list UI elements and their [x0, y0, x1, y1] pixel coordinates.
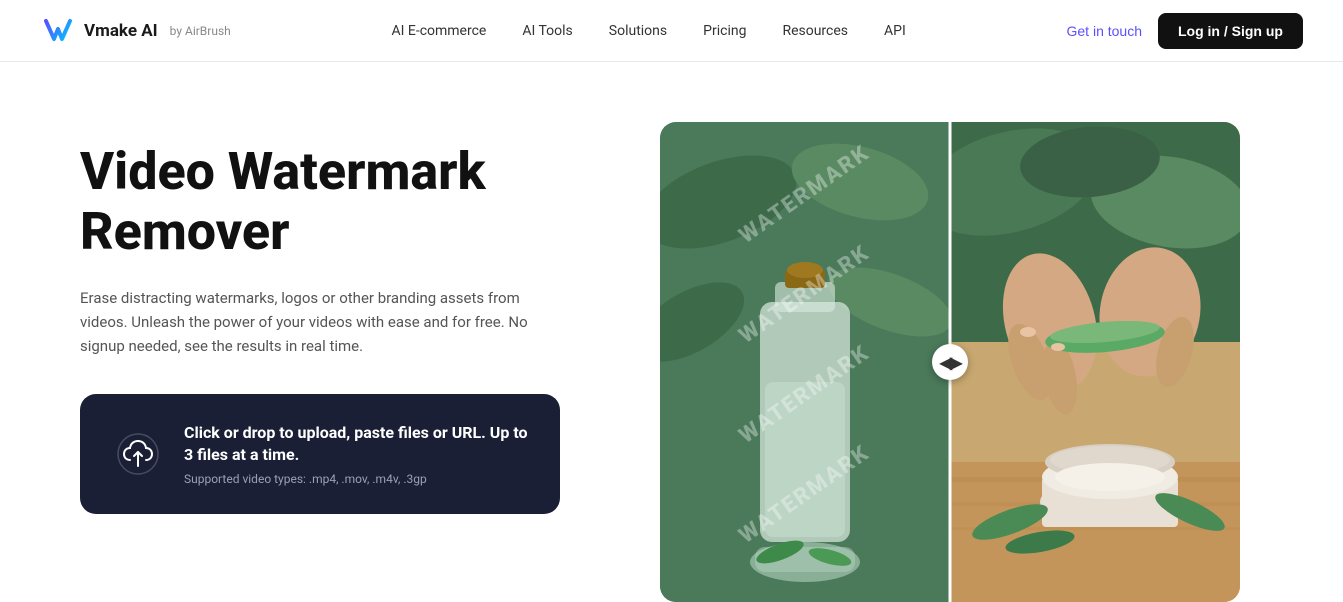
nav-resources[interactable]: Resources — [782, 23, 848, 39]
hero-section: Video Watermark Remover Erase distractin… — [0, 62, 1343, 602]
after-panel — [950, 122, 1240, 602]
nav-actions: Get in touch Log in / Sign up — [1067, 13, 1303, 49]
hero-left: Video Watermark Remover Erase distractin… — [80, 122, 600, 514]
nav-pricing[interactable]: Pricing — [703, 23, 746, 39]
handle-arrows-icon: ◀▶ — [940, 353, 961, 372]
logo-area: Vmake AI by AirBrush — [40, 13, 231, 49]
before-panel: WATERMARK WATERMARK WATERMARK WATERMARK — [660, 122, 950, 602]
get-in-touch-button[interactable]: Get in touch — [1067, 23, 1143, 39]
after-bg — [950, 122, 1240, 602]
upload-main-text: Click or drop to upload, paste files or … — [184, 422, 528, 467]
login-signup-button[interactable]: Log in / Sign up — [1158, 13, 1303, 49]
comparison-handle[interactable]: ◀▶ — [932, 344, 968, 380]
nav-links: AI E-commerce AI Tools Solutions Pricing… — [391, 23, 905, 39]
logo-by: by AirBrush — [170, 24, 231, 38]
nav-ai-tools[interactable]: AI Tools — [522, 23, 572, 39]
nav-solutions[interactable]: Solutions — [609, 23, 667, 39]
navbar: Vmake AI by AirBrush AI E-commerce AI To… — [0, 0, 1343, 62]
nav-api[interactable]: API — [884, 23, 906, 39]
logo-name: Vmake AI — [84, 21, 158, 41]
upload-icon-wrap — [112, 428, 164, 480]
upload-box[interactable]: Click or drop to upload, paste files or … — [80, 394, 560, 515]
upload-sub-text: Supported video types: .mp4, .mov, .m4v,… — [184, 472, 528, 486]
vmake-logo-icon — [40, 13, 76, 49]
comparison-widget: WATERMARK WATERMARK WATERMARK WATERMARK — [660, 122, 1240, 602]
before-bg — [660, 122, 950, 602]
hero-description: Erase distracting watermarks, logos or o… — [80, 286, 560, 358]
upload-cloud-icon — [116, 432, 160, 476]
upload-text-area: Click or drop to upload, paste files or … — [184, 422, 528, 487]
nav-ai-ecommerce[interactable]: AI E-commerce — [391, 23, 486, 39]
hero-title: Video Watermark Remover — [80, 142, 600, 262]
comparison-container: WATERMARK WATERMARK WATERMARK WATERMARK — [660, 122, 1240, 602]
